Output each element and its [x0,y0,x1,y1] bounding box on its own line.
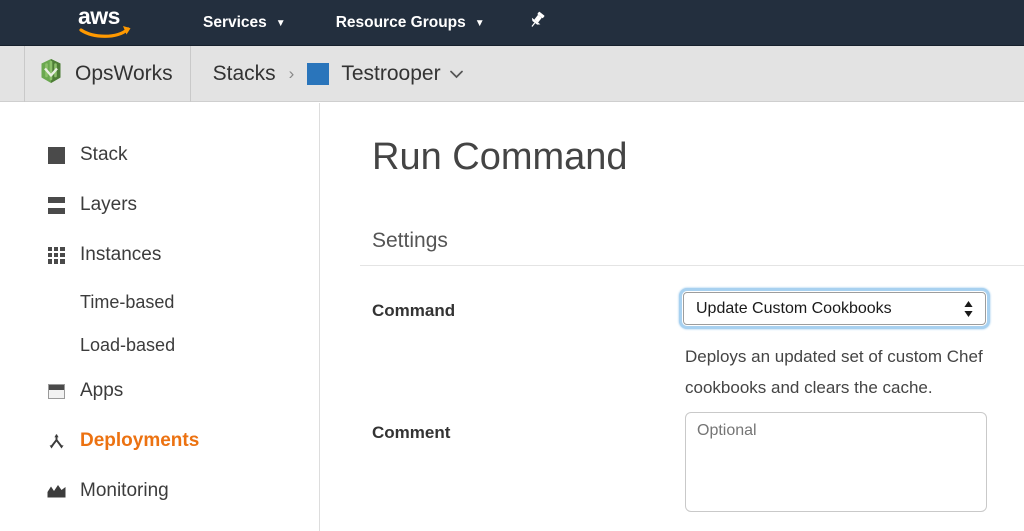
page-title: Run Command [372,136,628,178]
sidebar-item-apps[interactable]: Apps [0,375,319,407]
nav-services-label: Services [203,13,267,31]
chevron-down-icon: ▼ [474,18,485,29]
opsworks-leaf-icon [39,58,63,90]
sidebar-item-label: Monitoring [80,480,169,501]
breadcrumb-service-opsworks[interactable]: OpsWorks [25,46,190,102]
pin-shortcut-button[interactable] [524,0,550,46]
aws-smile-icon [79,24,133,44]
nav-resource-groups-label: Resource Groups [335,13,466,31]
chevron-down-icon: ▼ [275,18,286,29]
sidebar-item-monitoring[interactable]: Monitoring [0,475,319,507]
nav-resource-groups[interactable]: Resource Groups ▼ [333,0,488,46]
sidebar-item-label: Layers [80,194,138,215]
comment-field-label: Comment [372,423,451,442]
main-content: Run Command Settings Command Update Cust… [321,103,1024,531]
stepper-arrows-icon [963,299,974,319]
apps-window-icon [46,381,66,401]
breadcrumb-stacks-link[interactable]: Stacks [191,46,276,102]
sidebar-item-instances[interactable]: Instances [0,239,319,271]
command-select-value: Update Custom Cookbooks [696,299,892,317]
command-field-label: Command [372,301,456,320]
sidebar-item-label: Instances [80,244,162,265]
chevron-down-icon [449,67,463,82]
breadcrumb-stack-label: Testrooper [341,61,441,85]
breadcrumb-service-label: OpsWorks [75,61,173,85]
command-select[interactable]: Update Custom Cookbooks [683,292,986,325]
top-navigation-bar: aws Services ▼ Resource Groups ▼ [0,0,1024,46]
sidebar-item-deployments[interactable]: Deployments [0,425,319,457]
instances-grid-icon [46,245,66,265]
stack-icon [46,145,66,165]
sidebar-navigation: Stack Layers Instances Time-based Load-b… [0,103,320,531]
section-divider [360,265,1024,266]
command-select-focus-ring: Update Custom Cookbooks [682,291,987,326]
sidebar-item-label: Deployments [80,430,200,451]
stack-color-swatch [307,62,330,85]
command-description: Deploys an updated set of custom Chef co… [685,347,988,397]
settings-section-title: Settings [372,229,448,252]
sidebar-item-load-based[interactable]: Load-based [0,332,319,358]
monitoring-chart-icon [46,481,66,501]
breadcrumb-stacks-label: Stacks [212,61,276,85]
deployments-branch-icon [46,431,66,451]
layers-icon [46,195,66,215]
nav-services[interactable]: Services ▼ [200,0,289,46]
aws-logo[interactable]: aws [78,4,134,39]
breadcrumb: OpsWorks Stacks › Testrooper [0,45,1024,102]
comment-input[interactable] [685,412,987,512]
sidebar-item-time-based[interactable]: Time-based [0,289,319,315]
breadcrumb-stack-selector[interactable]: Testrooper [307,46,463,102]
sidebar-item-label: Stack [80,144,128,165]
sidebar-item-layers[interactable]: Layers [0,189,319,221]
sidebar-item-label: Time-based [80,291,175,312]
breadcrumb-left-gutter [0,46,24,102]
sidebar-item-label: Apps [80,380,124,401]
breadcrumb-separator-icon: › [288,63,295,83]
sidebar-item-stack[interactable]: Stack [0,139,319,171]
pushpin-icon [527,10,547,35]
sidebar-item-label: Load-based [80,334,176,355]
